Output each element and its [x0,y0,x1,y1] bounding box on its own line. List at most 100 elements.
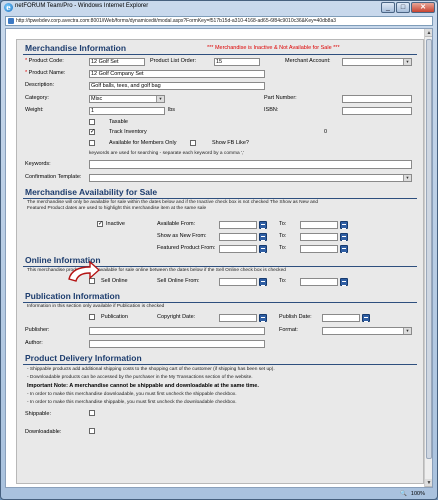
inventory-count: 0 [324,129,328,135]
list-order-input[interactable]: 15 [214,58,260,66]
scroll-down-icon[interactable]: ▼ [425,479,432,487]
section-divider [23,302,417,303]
product-name-label: * Product Name: [25,70,66,76]
calendar-icon[interactable] [340,221,348,229]
calendar-icon[interactable] [259,245,267,253]
publication-checkbox[interactable] [89,314,95,320]
track-inventory-checkbox[interactable]: ✓ [89,129,95,135]
members-only-label: Available for Members Only [109,140,177,146]
keywords-label: Keywords: [25,161,51,167]
section-divider [23,54,417,55]
calendar-icon[interactable] [259,278,267,286]
publisher-input[interactable] [89,327,265,335]
members-only-checkbox[interactable] [89,140,95,146]
part-number-label: Part Number: [264,95,297,101]
merchant-account-select[interactable] [342,58,412,66]
isbn-label: ISBN: [264,107,279,113]
calendar-icon[interactable] [259,233,267,241]
zoom-level[interactable]: 100% [411,489,425,499]
section-divider [23,364,417,365]
availability-note: The merchandise will only be available f… [27,200,319,211]
featured-to-input[interactable] [300,245,338,253]
address-bar[interactable]: http://tpwebdev.corp.avectra.com:8001/iW… [5,16,433,26]
show-new-label: Show as New From: [157,233,207,239]
available-to-label: To: [279,221,287,227]
callout-arrow-icon [68,261,100,282]
availability-section-title: Merchandise Availability for Sale [25,187,158,197]
description-input[interactable]: Golf balls, tees, and golf bag [89,82,265,90]
featured-label: Featured Product From: [157,245,216,251]
page-content: Merchandise Information *** Merchandise … [5,28,433,488]
description-label: Description: [25,82,55,88]
delivery-section-title: Product Delivery Information [25,353,142,363]
scroll-thumb[interactable] [426,39,432,459]
publisher-label: Publisher: [25,327,50,333]
product-code-input[interactable]: 12 Golf Set [89,58,145,66]
maximize-button[interactable]: □ [396,2,410,13]
available-from-input[interactable] [219,221,257,229]
title-bar: e netFORUM Team/Pro - Windows Internet E… [1,1,437,14]
list-order-label: Product List Order: [150,58,197,64]
zoom-icon[interactable]: 🔍 [400,489,407,499]
part-number-input[interactable] [342,95,412,103]
publication-section-title: Publication Information [25,291,120,301]
category-select[interactable]: Misc [89,95,165,103]
author-input[interactable] [89,340,265,348]
delivery-line-3: - In order to make this merchandise down… [27,392,237,397]
calendar-icon[interactable] [340,233,348,241]
window-title: netFORUM Team/Pro - Windows Internet Exp… [15,3,149,9]
calendar-icon[interactable] [340,245,348,253]
online-from-label: Sell Online From: [157,278,200,284]
category-label: Category: [25,95,49,101]
taxable-checkbox[interactable] [89,119,95,125]
minimize-button[interactable]: _ [381,2,395,13]
weight-label: Weight: [25,107,44,113]
shippable-checkbox[interactable] [89,410,95,416]
calendar-icon[interactable] [259,314,267,322]
product-code-label: * Product Code: [25,58,64,64]
online-to-label: To: [279,278,287,284]
inactive-checkbox[interactable]: ✓ [97,221,103,227]
weight-input[interactable]: 1 [89,107,165,115]
section-divider [23,198,417,199]
product-name-input[interactable]: 12 Golf Company Set [89,70,265,78]
delivery-line-1: - Shippable products add additional ship… [27,367,275,372]
inactive-warning: *** Merchandise is Inactive & Not Availa… [207,45,340,51]
confirmation-label: Confirmation Template: [25,174,82,180]
scroll-up-icon[interactable]: ▲ [425,29,432,37]
delivery-line-2: - Downloadable products can be accessed … [27,375,253,380]
keywords-input[interactable] [89,160,412,169]
downloadable-checkbox[interactable] [89,428,95,434]
status-bar: 🔍 100% [5,489,433,499]
show-fb-checkbox[interactable] [190,140,196,146]
featured-from-input[interactable] [219,245,257,253]
available-to-input[interactable] [300,221,338,229]
confirmation-select[interactable] [89,174,412,182]
format-select[interactable] [322,327,412,335]
online-to-input[interactable] [300,278,338,286]
delivery-line-4: - In order to make this merchandise ship… [27,400,237,405]
calendar-icon[interactable] [362,314,370,322]
publish-date-input[interactable] [322,314,360,322]
available-from-label: Available From: [157,221,196,227]
calendar-icon[interactable] [259,221,267,229]
merchant-account-label: Merchant Account: [285,58,331,64]
isbn-input[interactable] [342,107,412,115]
sell-online-label: Sell Online [101,278,128,284]
weight-unit: lbs [168,107,176,113]
keywords-hint: keywords are used for searching - separa… [89,151,245,156]
inactive-label: Inactive [106,221,125,227]
show-new-to-input[interactable] [300,233,338,241]
online-from-input[interactable] [219,278,257,286]
show-new-from-input[interactable] [219,233,257,241]
close-button[interactable]: ✕ [411,2,435,13]
page-icon [8,18,14,24]
calendar-icon[interactable] [340,278,348,286]
vertical-scrollbar[interactable]: ▲ ▼ [424,29,432,487]
browser-window: e netFORUM Team/Pro - Windows Internet E… [0,0,438,500]
show-fb-label: Show FB Like? [212,140,249,146]
featured-to-label: To: [279,245,287,251]
copyright-input[interactable] [219,314,257,322]
delivery-important-note: Important Note: A merchandise cannot be … [27,383,259,389]
track-inventory-label: Track Inventory [109,129,147,135]
